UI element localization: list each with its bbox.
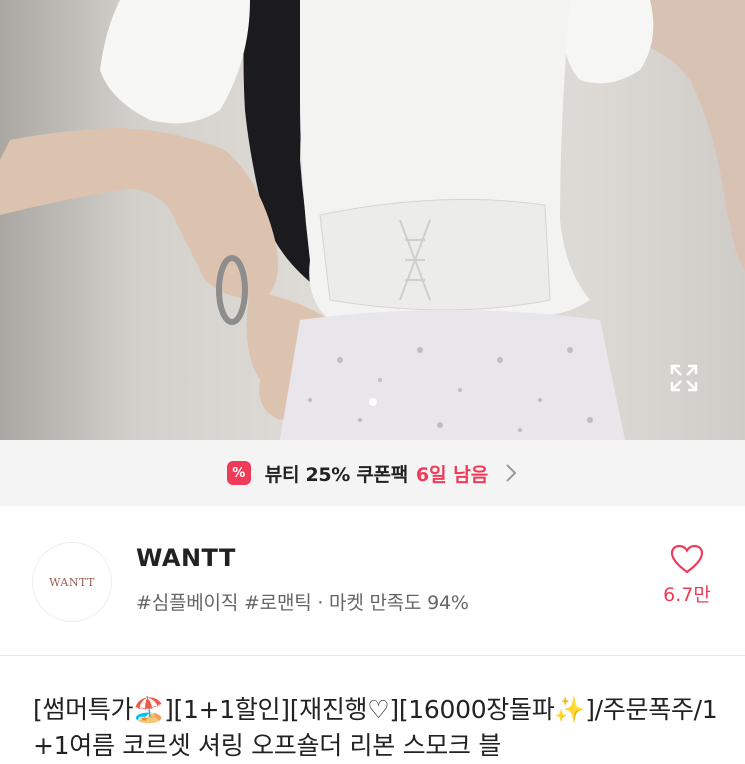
coupon-text: 뷰티 25% 쿠폰팩 <box>264 463 408 486</box>
coupon-days-left: 6일 남음 <box>415 463 489 486</box>
like-button[interactable]: 6.7만 <box>652 544 722 624</box>
product-image[interactable] <box>0 0 745 440</box>
coupon-icon: % <box>226 461 251 485</box>
coupon-icon-glyph: % <box>232 465 246 481</box>
coupon-banner[interactable]: % 뷰티 25% 쿠폰팩 6일 남음 <box>0 440 745 506</box>
shop-info: WANTT WANTT #심플베이직 #로맨틱 · 마켓 만족도 94% 6.7… <box>0 506 745 656</box>
expand-icon <box>670 364 698 392</box>
shop-logo[interactable]: WANTT <box>32 542 112 622</box>
divider <box>0 655 745 656</box>
chevron-right-icon <box>504 462 518 484</box>
shop-tags: #심플베이직 #로맨틱 · 마켓 만족도 94% <box>136 592 469 614</box>
expand-button[interactable] <box>668 362 714 408</box>
gallery-indicator <box>0 391 745 406</box>
product-title: [썸머특가🏖️][1+1할인][재진행♡][16000장돌파✨]/주문폭주/1+… <box>33 695 718 760</box>
heart-icon <box>670 544 704 574</box>
like-count: 6.7만 <box>663 584 711 606</box>
gallery-dot <box>368 398 377 406</box>
shop-logo-text: WANTT <box>49 575 95 589</box>
shop-name[interactable]: WANTT <box>136 544 236 572</box>
product-photo <box>0 0 745 440</box>
